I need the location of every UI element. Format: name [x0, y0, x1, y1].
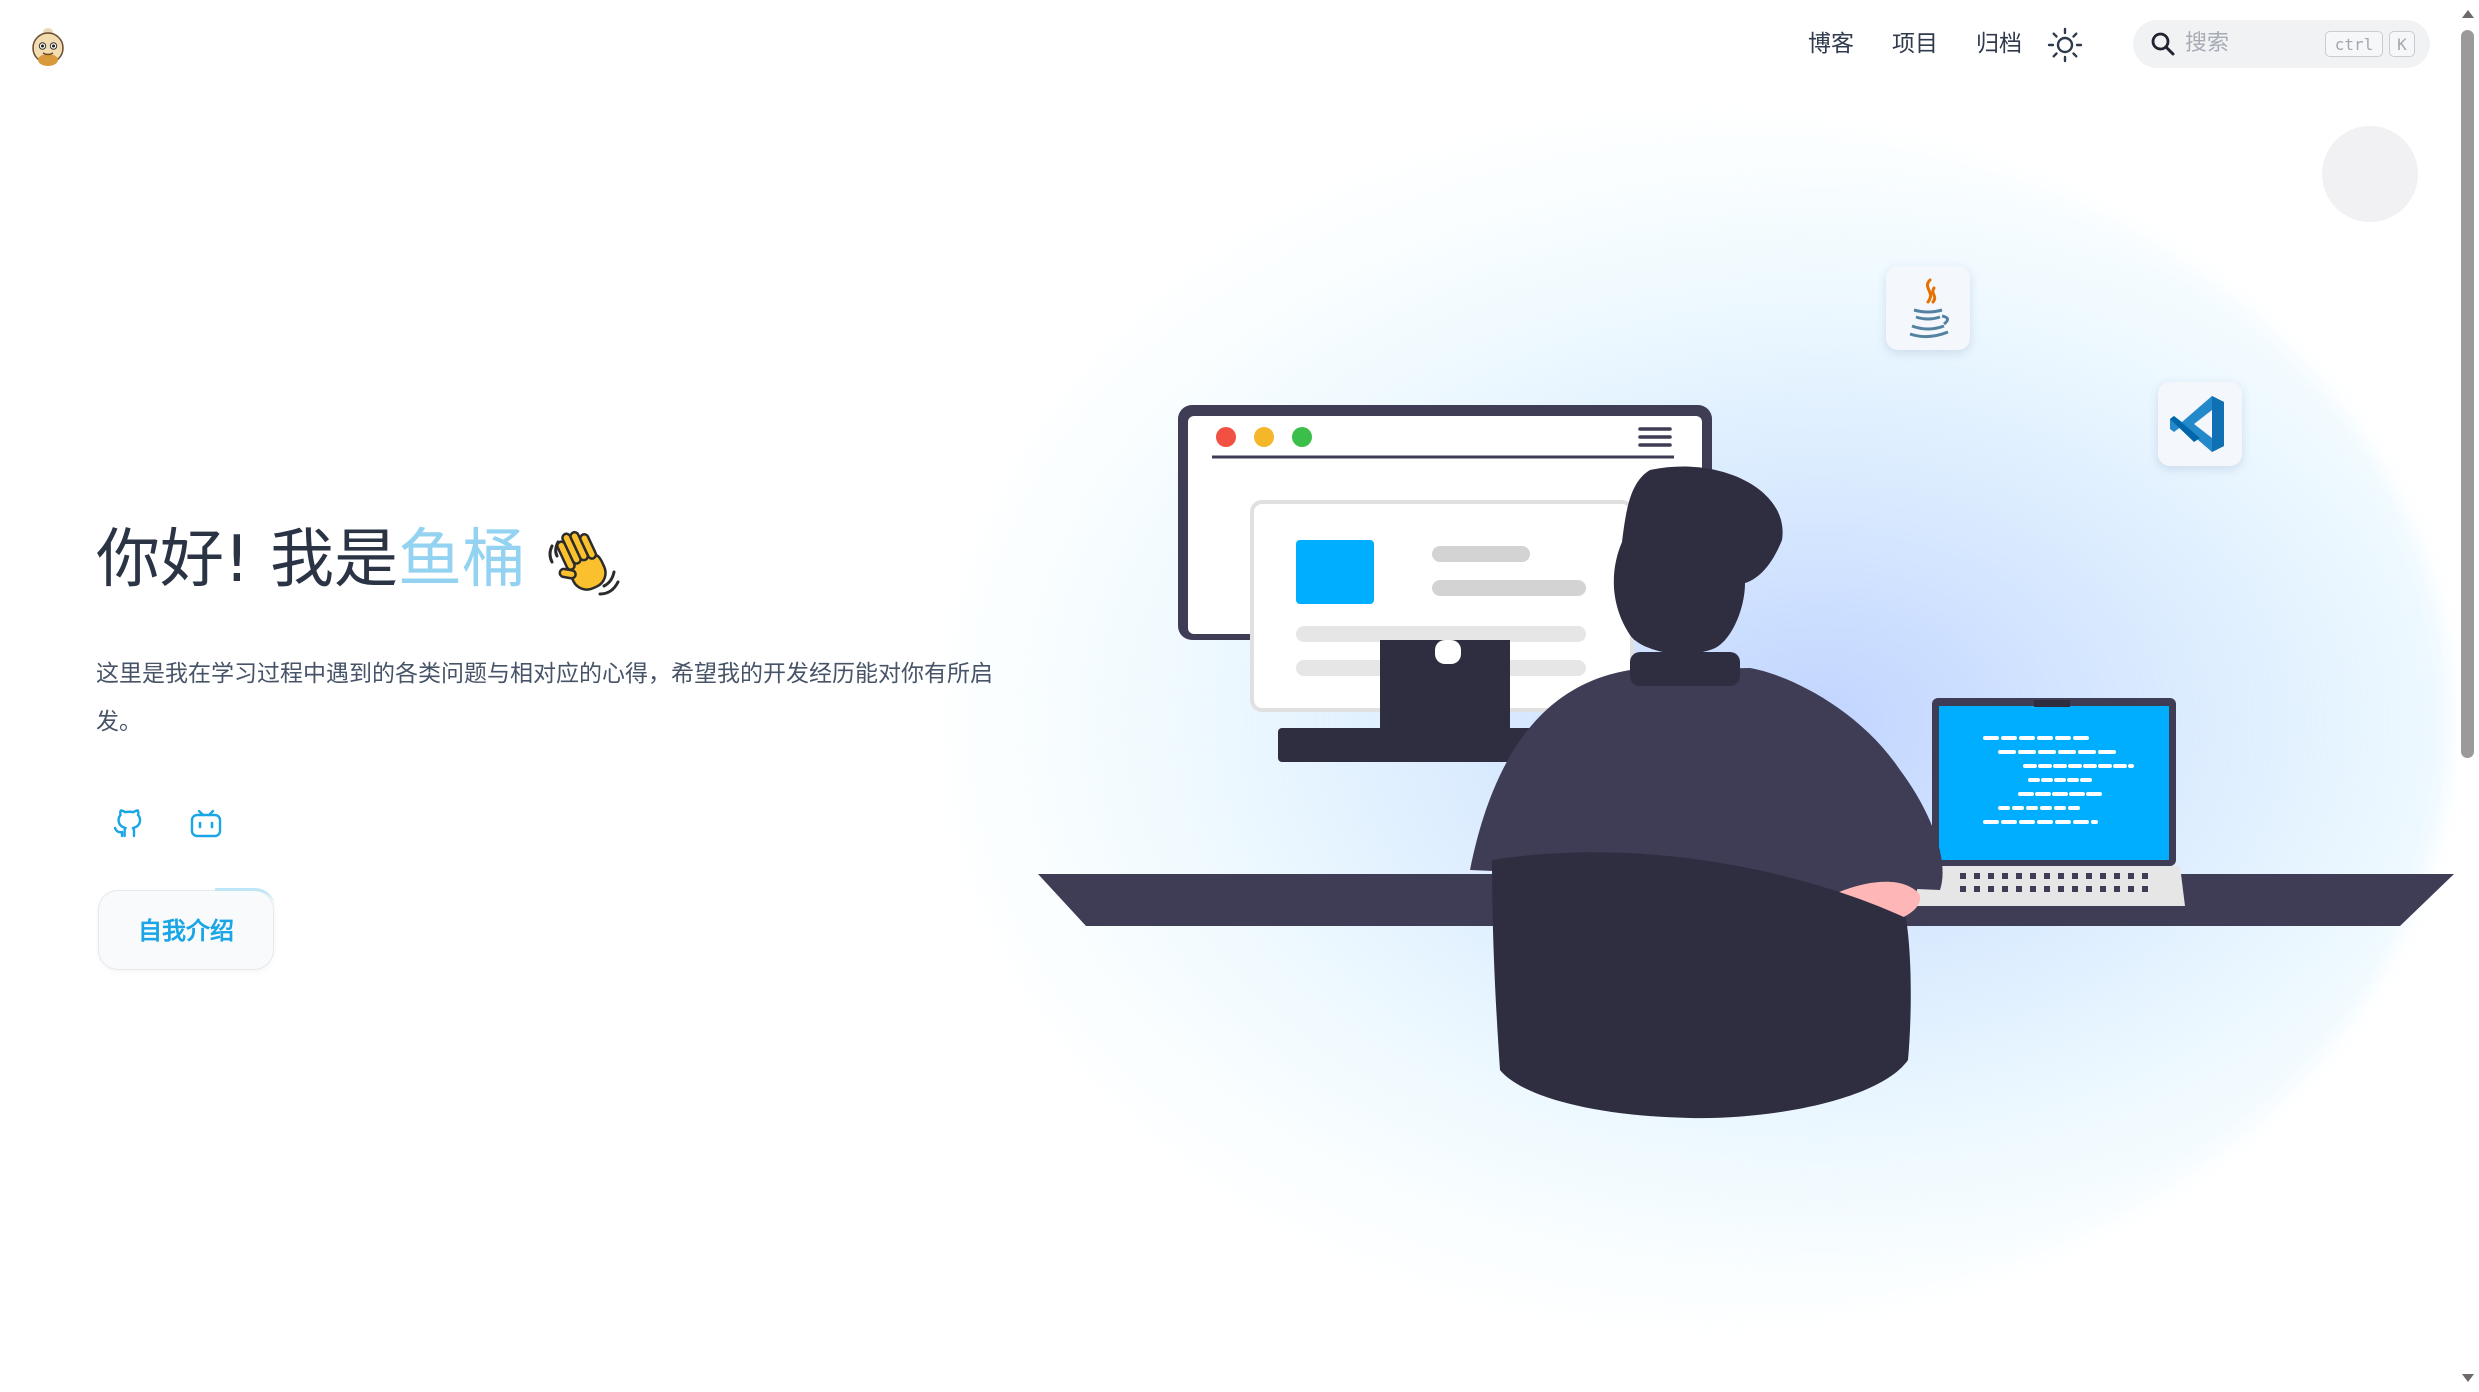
- nav-link-archive[interactable]: 归档: [1976, 28, 2022, 60]
- hero-title: 你好! 我是鱼桶: [96, 510, 526, 610]
- self-intro-button[interactable]: 自我介绍: [98, 888, 275, 970]
- waving-hand-icon: [548, 530, 620, 596]
- search-box[interactable]: 搜索 ctrl K: [2133, 20, 2430, 68]
- nav-link-blog[interactable]: 博客: [1808, 28, 1854, 60]
- scroll-thumb[interactable]: [2461, 30, 2474, 758]
- floating-avatar[interactable]: [2322, 126, 2418, 222]
- hero-greeting: 你好! 我是: [96, 523, 398, 597]
- java-icon: [1909, 278, 1949, 339]
- shortcut-ctrl-key: ctrl: [2325, 31, 2383, 57]
- vscode-icon: [2170, 396, 2224, 452]
- hero-name: 鱼桶: [398, 523, 526, 597]
- page-scrollbar[interactable]: [2456, 0, 2479, 1392]
- search-icon: [2151, 32, 2175, 56]
- sun-icon[interactable]: [2046, 26, 2084, 64]
- bilibili-icon[interactable]: [186, 804, 226, 844]
- hero-description: 这里是我在学习过程中遇到的各类问题与相对应的心得，希望我的开发经历能对你有所启发…: [96, 661, 993, 735]
- mascot-logo-icon[interactable]: [30, 26, 66, 68]
- vscode-card: [2158, 382, 2242, 466]
- nav-link-projects[interactable]: 项目: [1892, 28, 1938, 60]
- top-nav: 博客 项目 归档 搜索 ctrl K: [0, 0, 2479, 90]
- scroll-up-arrow-icon[interactable]: [2462, 10, 2474, 18]
- page: 博客 项目 归档 搜索 ctrl K 你好! 我是鱼桶 这里是我在学习过程中遇到…: [0, 0, 2479, 1392]
- github-icon[interactable]: [108, 804, 148, 844]
- scroll-down-arrow-icon[interactable]: [2462, 1374, 2474, 1382]
- shortcut-k-key: K: [2389, 31, 2415, 57]
- java-card: [1886, 266, 1970, 350]
- developer-illustration: [1038, 405, 2454, 1119]
- search-placeholder: 搜索: [2185, 31, 2230, 56]
